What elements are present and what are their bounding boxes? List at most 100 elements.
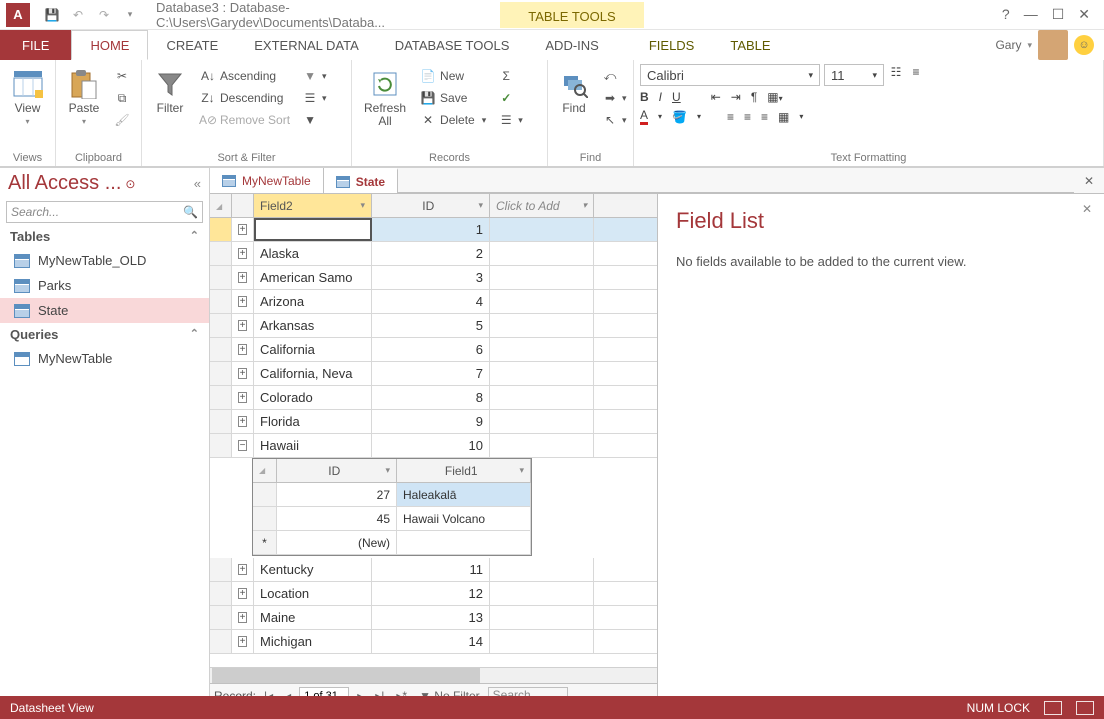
indent-increase-icon[interactable]: ⇥ <box>731 90 741 104</box>
cell-id[interactable]: 4 <box>372 290 490 313</box>
nav-pane-header[interactable]: All Access ... ⊙ « <box>0 168 209 199</box>
sub-row[interactable]: 45Hawaii Volcano <box>253 507 531 531</box>
table-row[interactable]: +American Samo3 <box>210 266 657 290</box>
sub-row[interactable]: 27Haleakalā <box>253 483 531 507</box>
cell-id[interactable]: 14 <box>372 630 490 653</box>
sub-cell-id[interactable]: 45 <box>277 507 397 530</box>
help-icon[interactable]: ? <box>1002 6 1010 23</box>
spelling-button[interactable]: ✓ <box>494 88 527 108</box>
maximize-icon[interactable]: ☐ <box>1052 6 1065 23</box>
cell-field2[interactable]: Kentucky <box>254 558 372 581</box>
nav-item-state[interactable]: State <box>0 298 209 323</box>
goto-button[interactable]: ➡▾ <box>598 88 631 108</box>
cell-id[interactable]: 11 <box>372 558 490 581</box>
table-row[interactable]: +California, Neva7 <box>210 362 657 386</box>
bold-button[interactable]: B <box>640 90 649 104</box>
tab-file[interactable]: FILE <box>0 30 71 60</box>
cell-id[interactable]: 6 <box>372 338 490 361</box>
table-row[interactable]: +California6 <box>210 338 657 362</box>
doc-tab-mynewtable[interactable]: MyNewTable <box>210 168 324 193</box>
row-selector[interactable] <box>253 483 277 506</box>
expand-button[interactable]: + <box>232 266 254 289</box>
font-family-select[interactable]: Calibri▾ <box>640 64 820 86</box>
new-record-button[interactable]: 📄New <box>416 66 490 86</box>
cell-id[interactable]: 8 <box>372 386 490 409</box>
row-selector[interactable] <box>210 290 232 313</box>
table-row[interactable]: +Colorado8 <box>210 386 657 410</box>
close-tab-icon[interactable]: ✕ <box>1074 174 1104 188</box>
ascending-button[interactable]: A↓Ascending <box>196 66 294 86</box>
cell-id[interactable]: 2 <box>372 242 490 265</box>
cell-field2[interactable]: Florida <box>254 410 372 433</box>
collapse-group-icon[interactable]: ⌃ <box>190 327 199 342</box>
cell-field2[interactable]: Maine <box>254 606 372 629</box>
close-icon[interactable]: ✕ <box>1078 6 1090 23</box>
col-id[interactable]: ID▾ <box>372 194 490 217</box>
select-all-cell[interactable]: ◢ <box>210 194 232 218</box>
save-icon[interactable]: 💾 <box>44 7 60 23</box>
table-row[interactable]: +Michigan14 <box>210 630 657 654</box>
cell-field2[interactable]: California <box>254 338 372 361</box>
dropdown-icon[interactable]: ⊙ <box>125 177 135 191</box>
close-pane-icon[interactable]: ✕ <box>1082 202 1092 216</box>
sub-col-id[interactable]: ID▾ <box>277 459 397 482</box>
select-button[interactable]: ↖▾ <box>598 110 631 130</box>
row-selector[interactable] <box>210 386 232 409</box>
text-direction-icon[interactable]: ¶ <box>751 90 757 104</box>
numbering-icon[interactable]: ≡ <box>908 64 924 80</box>
cell-field2[interactable]: Arizona <box>254 290 372 313</box>
col-field2[interactable]: Field2▾ <box>254 194 372 217</box>
table-row[interactable]: +Location12 <box>210 582 657 606</box>
dropdown-icon[interactable]: ▾ <box>478 200 483 211</box>
expand-button[interactable]: + <box>232 218 254 241</box>
row-selector[interactable] <box>210 434 232 457</box>
expand-button[interactable]: + <box>232 362 254 385</box>
align-left-icon[interactable]: ≡ <box>727 110 734 124</box>
table-row[interactable]: +Florida9 <box>210 410 657 434</box>
row-selector[interactable] <box>210 410 232 433</box>
horizontal-scrollbar[interactable] <box>210 667 657 683</box>
row-selector[interactable] <box>210 582 232 605</box>
cell-field2[interactable]: Location <box>254 582 372 605</box>
sub-row-new[interactable]: *(New) <box>253 531 531 555</box>
tab-fields[interactable]: FIELDS <box>631 30 713 60</box>
cell-field2[interactable]: Arkansas <box>254 314 372 337</box>
expand-button[interactable]: + <box>232 386 254 409</box>
bullets-icon[interactable]: ☷ <box>888 64 904 80</box>
row-selector[interactable] <box>253 507 277 530</box>
table-row[interactable]: +Alaska2 <box>210 242 657 266</box>
nav-group-tables[interactable]: Tables⌃ <box>0 225 209 248</box>
expand-button[interactable]: + <box>232 582 254 605</box>
indent-decrease-icon[interactable]: ⇤ <box>711 90 721 104</box>
user-area[interactable]: Gary ▾ ☺ <box>995 30 1104 60</box>
undo-icon[interactable]: ↶ <box>70 7 86 23</box>
italic-button[interactable]: I <box>659 90 662 104</box>
avatar[interactable] <box>1038 30 1068 60</box>
doc-tab-state[interactable]: State <box>324 168 398 193</box>
cell-field2[interactable]: Colorado <box>254 386 372 409</box>
sub-cell-id[interactable]: (New) <box>277 531 397 554</box>
sub-select-all[interactable]: ◢ <box>253 459 277 482</box>
nav-item-mynewtable-old[interactable]: MyNewTable_OLD <box>0 248 209 273</box>
nav-item-mynewtable-query[interactable]: MyNewTable <box>0 346 209 371</box>
search-icon[interactable]: 🔍 <box>183 205 198 219</box>
cell-id[interactable]: 7 <box>372 362 490 385</box>
nav-search-input[interactable]: Search... 🔍 <box>6 201 203 223</box>
save-record-button[interactable]: 💾Save <box>416 88 490 108</box>
table-row[interactable]: −Hawaii10 <box>210 434 657 458</box>
expand-button[interactable]: + <box>232 338 254 361</box>
alt-row-color-icon[interactable]: ▦ <box>778 110 789 124</box>
sub-cell-field1[interactable] <box>397 531 531 554</box>
minimize-icon[interactable]: — <box>1024 6 1038 23</box>
copy-button[interactable]: ⧉ <box>110 88 134 108</box>
tab-create[interactable]: CREATE <box>148 30 236 60</box>
design-view-icon[interactable] <box>1076 701 1094 715</box>
cell-field2[interactable]: Hawaii <box>254 434 372 457</box>
expand-button[interactable]: + <box>232 558 254 581</box>
expand-button[interactable]: + <box>232 314 254 337</box>
tab-home[interactable]: HOME <box>71 30 148 60</box>
descending-button[interactable]: Z↓Descending <box>196 88 294 108</box>
tab-add-ins[interactable]: ADD-INS <box>527 30 616 60</box>
datasheet-view-icon[interactable] <box>1044 701 1062 715</box>
selection-filter-button[interactable]: ▼▾ <box>298 66 331 86</box>
